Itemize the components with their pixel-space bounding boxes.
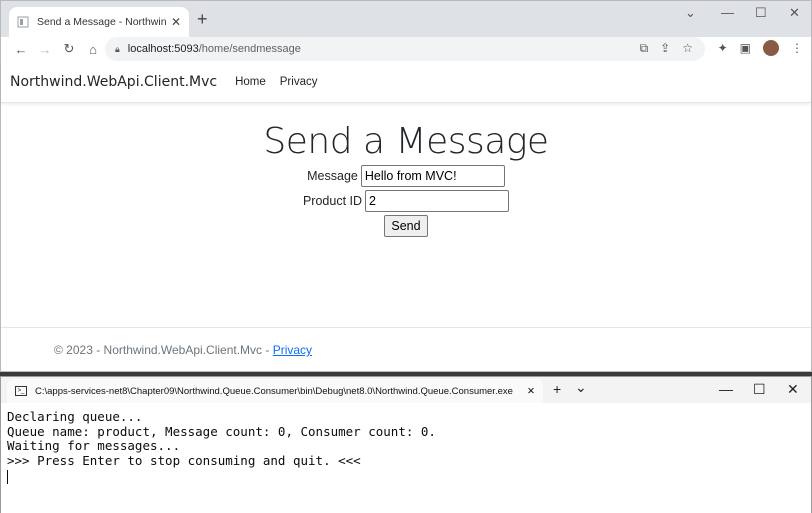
product-id-input[interactable] [365,190,510,212]
footer-text: © 2023 - Northwind.WebApi.Client.Mvc - [54,343,273,357]
lock-icon[interactable]: 🔒︎ [115,44,120,55]
page-favicon-icon [17,16,29,28]
product-row: Product ID [1,190,811,212]
footer: © 2023 - Northwind.WebApi.Client.Mvc - P… [1,327,811,357]
home-icon[interactable]: ⌂ [81,42,105,57]
open-in-app-icon[interactable]: ⧉ [640,41,649,56]
nav-privacy-link[interactable]: Privacy [280,76,318,88]
close-console-tab-icon[interactable]: ✕ [527,386,535,397]
console-titlebar: >_ C:\apps-services-net8\Chapter09\North… [1,377,811,403]
message-label: Message [307,169,358,183]
console-output[interactable]: Declaring queue... Queue name: product, … [1,403,811,513]
console-tab[interactable]: >_ C:\apps-services-net8\Chapter09\North… [7,379,543,403]
nav-home-link[interactable]: Home [235,76,266,88]
console-minimize-icon[interactable]: — [719,381,733,397]
url-host: localhost:5093 [127,43,199,55]
new-console-tab-button[interactable]: + [553,381,561,397]
new-tab-button[interactable]: + [197,9,208,30]
console-maximize-icon[interactable]: ☐ [753,381,766,398]
extensions-icon[interactable]: ✦ [718,41,728,55]
message-input[interactable] [360,165,505,187]
web-page: Northwind.WebApi.Client.Mvc Home Privacy… [1,61,811,371]
minimize-icon[interactable]: — [721,5,734,20]
address-bar[interactable]: 🔒︎ localhost:5093/home/sendmessage [105,37,705,61]
product-id-label: Product ID [302,194,363,208]
text-cursor [7,470,8,484]
terminal-icon: >_ [15,386,27,396]
browser-tab[interactable]: Send a Message - Northwind.We ✕ [9,7,189,37]
main-content: Send a Message Message Product ID Send [1,121,811,237]
browser-window: Send a Message - Northwind.We ✕ + ⌄ — ☐ … [0,0,812,372]
tab-title: Send a Message - Northwind.We [37,16,167,28]
message-row: Message [1,165,811,187]
profile-avatar[interactable] [763,40,779,56]
console-line: Declaring queue... [7,409,143,424]
send-button[interactable]: Send [384,215,428,237]
back-icon[interactable]: ← [9,42,33,57]
footer-privacy-link[interactable]: Privacy [273,343,312,357]
share-icon[interactable]: ⇪ [660,41,670,56]
close-window-icon[interactable]: ✕ [789,5,800,21]
brand-link[interactable]: Northwind.WebApi.Client.Mvc [10,74,217,90]
navbar: Northwind.WebApi.Client.Mvc Home Privacy [1,61,811,103]
console-tab-title: C:\apps-services-net8\Chapter09\Northwin… [35,385,513,397]
console-window: >_ C:\apps-services-net8\Chapter09\North… [0,376,812,513]
console-line: Queue name: product, Message count: 0, C… [7,423,436,439]
tab-strip: Send a Message - Northwind.We ✕ + ⌄ — ☐ … [1,1,811,37]
tab-search-icon[interactable]: ⌄ [685,5,696,21]
console-close-icon[interactable]: ✕ [787,381,799,398]
menu-icon[interactable]: ⋮ [791,41,803,55]
forward-icon[interactable]: → [33,42,57,57]
page-title: Send a Message [263,121,549,162]
url-path: /home/sendmessage [198,43,301,55]
star-icon[interactable]: ☆ [682,41,693,56]
maximize-icon[interactable]: ☐ [755,5,767,21]
browser-toolbar: ← → ↻ ⌂ 🔒︎ localhost:5093/home/sendmessa… [1,37,811,61]
console-line: >>> Press Enter to stop consuming and qu… [7,452,361,468]
console-line: Waiting for messages... [7,438,181,453]
close-tab-icon[interactable]: ✕ [171,15,181,29]
reload-icon[interactable]: ↻ [57,41,81,57]
sidepanel-icon[interactable]: ▣ [740,41,751,55]
console-dropdown-icon[interactable]: ⌄ [575,379,587,396]
